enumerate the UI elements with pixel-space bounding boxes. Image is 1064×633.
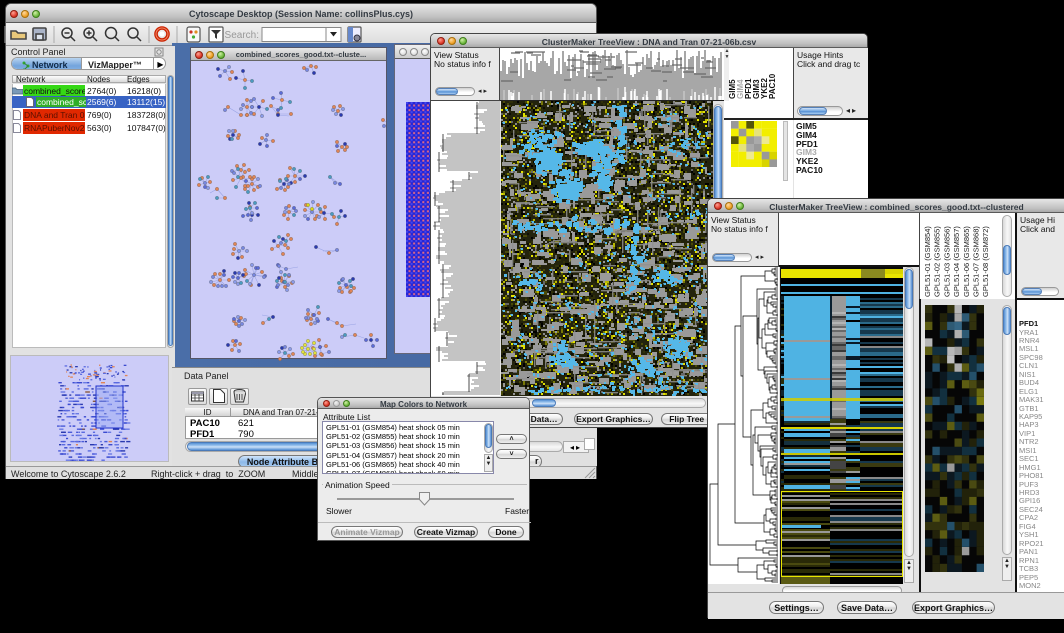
svg-text:GPL51-03 (GSM856): GPL51-03 (GSM856) <box>942 226 951 297</box>
svg-text:GPL51-02 (GSM855): GPL51-02 (GSM855) <box>933 226 942 297</box>
svg-text:GPL51-04 (GSM857): GPL51-04 (GSM857) <box>952 226 961 297</box>
svg-text:GPL51-06 (GSM865): GPL51-06 (GSM865) <box>962 226 971 297</box>
svg-text:PAC10: PAC10 <box>768 73 777 99</box>
svg-text:GPL51-07 (GSM868): GPL51-07 (GSM868) <box>972 226 981 297</box>
svg-text:GPL51-08 (GSM872): GPL51-08 (GSM872) <box>981 226 990 297</box>
svg-text:Search:: Search: <box>225 30 259 41</box>
svg-text:GPL51-01 (GSM854): GPL51-01 (GSM854) <box>923 226 932 297</box>
